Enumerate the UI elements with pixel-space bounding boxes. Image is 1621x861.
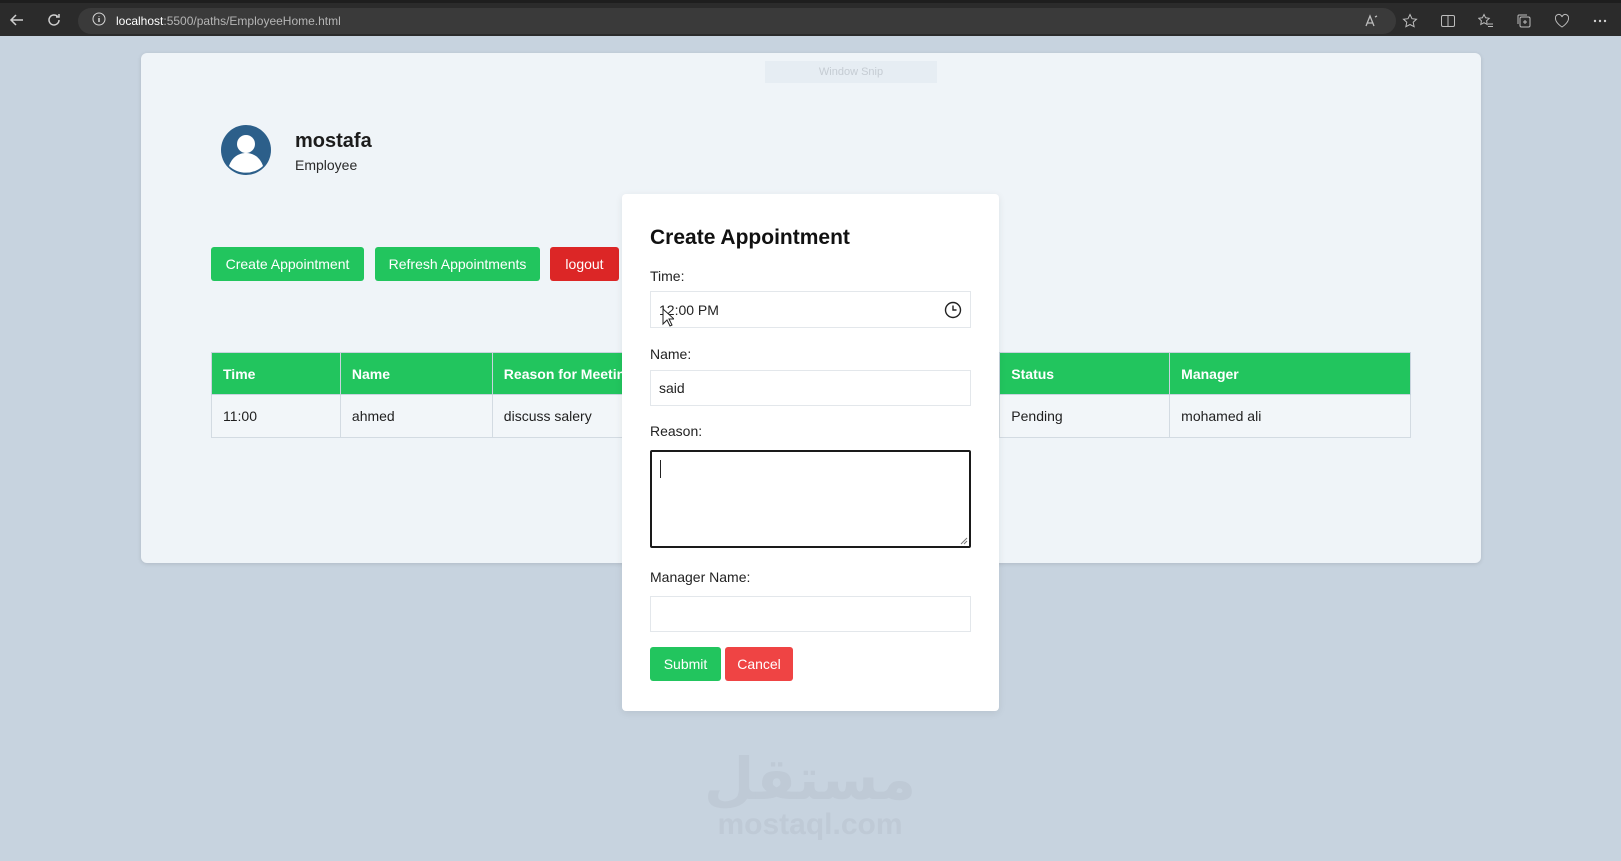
favorite-star-icon[interactable] <box>1395 7 1425 35</box>
cell-name: ahmed <box>339 394 493 438</box>
url-text: localhost:5500/paths/EmployeeHome.html <box>116 14 341 28</box>
watermark-arabic: مستقل <box>703 745 917 813</box>
column-header-name: Name <box>339 352 493 395</box>
cell-manager: mohamed ali <box>1169 394 1411 438</box>
avatar-icon <box>221 125 271 175</box>
resize-handle-icon[interactable] <box>960 537 968 545</box>
user-role: Employee <box>295 157 358 173</box>
name-input[interactable]: said <box>650 370 971 406</box>
reload-icon[interactable] <box>39 5 69 35</box>
cell-time: 11:00 <box>211 394 341 438</box>
address-bar[interactable]: localhost:5500/paths/EmployeeHome.html <box>78 8 1396 34</box>
submit-button[interactable]: Submit <box>650 647 721 681</box>
time-input[interactable]: 12:00 PM <box>650 291 971 328</box>
cancel-button[interactable]: Cancel <box>725 647 793 681</box>
name-label: Name: <box>650 346 692 362</box>
time-label: Time: <box>650 268 685 284</box>
clock-icon[interactable] <box>944 301 962 319</box>
browser-toolbar: localhost:5500/paths/EmployeeHome.html <box>0 0 1621 36</box>
modal-title: Create Appointment <box>650 226 850 249</box>
column-header-time: Time <box>211 352 341 395</box>
create-appointment-modal: Create Appointment Time: 12:00 PM Name: … <box>622 194 999 711</box>
browser-essentials-icon[interactable] <box>1547 7 1577 35</box>
watermark-latin: mostaql.com <box>717 808 903 841</box>
back-arrow-icon[interactable] <box>2 5 32 35</box>
manager-name-input[interactable] <box>650 596 971 632</box>
user-name: mostafa <box>295 130 372 152</box>
split-screen-icon[interactable] <box>1433 7 1463 35</box>
read-aloud-icon[interactable] <box>1357 7 1387 35</box>
name-value: said <box>659 380 685 396</box>
reason-label: Reason: <box>650 423 703 439</box>
reason-textarea[interactable] <box>650 450 971 548</box>
cell-status: Pending <box>999 394 1171 438</box>
text-caret <box>660 460 661 478</box>
column-header-manager: Manager <box>1169 352 1411 395</box>
favorites-icon[interactable] <box>1471 7 1501 35</box>
mouse-cursor-icon <box>662 308 674 327</box>
manager-name-label: Manager Name: <box>650 569 751 585</box>
more-options-icon[interactable] <box>1585 7 1615 35</box>
column-header-status: Status <box>999 352 1171 395</box>
logout-button[interactable]: logout <box>550 247 619 281</box>
window-snip-label: Window Snip <box>765 61 937 83</box>
collections-icon[interactable] <box>1509 7 1539 35</box>
site-info-icon[interactable] <box>92 12 106 31</box>
refresh-appointments-button[interactable]: Refresh Appointments <box>375 247 540 281</box>
create-appointment-button[interactable]: Create Appointment <box>211 247 364 281</box>
